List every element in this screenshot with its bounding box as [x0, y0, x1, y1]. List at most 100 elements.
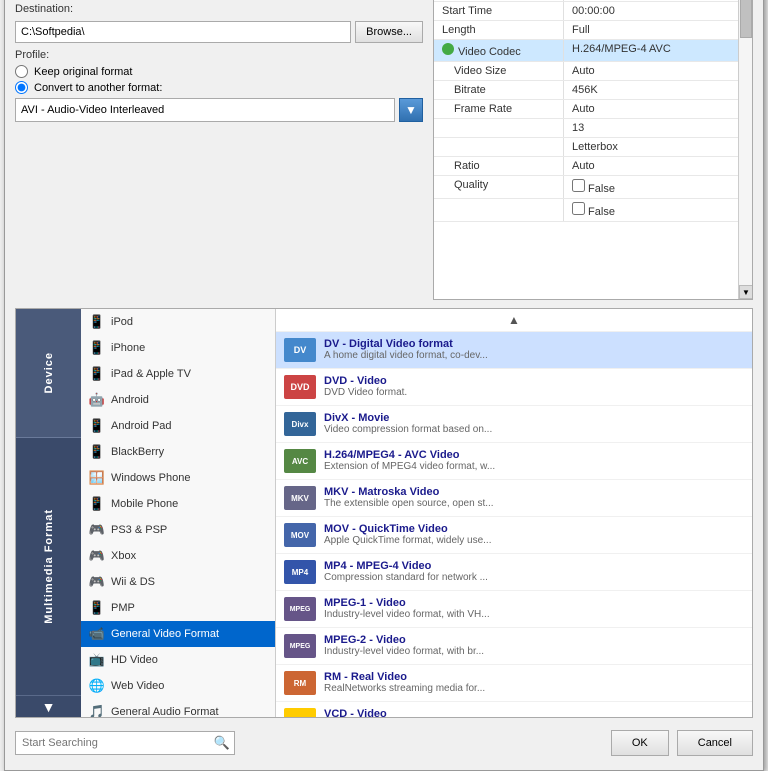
- destination-input[interactable]: [15, 21, 351, 43]
- dv-title: DV - Digital Video format: [324, 338, 744, 350]
- vcd-text: VCD - Video Video CD format.: [324, 708, 744, 717]
- xbox-icon: 🎮: [89, 548, 105, 564]
- category-item-mobilephone[interactable]: 📱 Mobile Phone: [81, 491, 275, 517]
- sidebar-down-arrow-button[interactable]: ▼: [16, 695, 81, 717]
- search-icon[interactable]: 🔍: [210, 732, 234, 754]
- search-input[interactable]: [16, 737, 210, 749]
- keep-original-label: Keep original format: [34, 66, 132, 78]
- mpeg2-title: MPEG-2 - Video: [324, 634, 744, 646]
- sidebar-tabs: Device Multimedia Format ▼: [16, 309, 81, 717]
- category-item-androidpad[interactable]: 📱 Android Pad: [81, 413, 275, 439]
- category-item-xbox[interactable]: 🎮 Xbox: [81, 543, 275, 569]
- profile-panel: Profile All ▾ Extension avi Start Time 0…: [433, 0, 753, 300]
- ok-button[interactable]: OK: [611, 730, 669, 756]
- profile-key-ratio: Ratio: [434, 157, 564, 175]
- rm-title: RM - Real Video: [324, 671, 744, 683]
- format-item-mkv[interactable]: MKV MKV - Matroska Video The extensible …: [276, 480, 752, 517]
- browse-button[interactable]: Browse...: [355, 21, 423, 43]
- profile-val-framerate: Auto: [564, 100, 738, 118]
- format-item-mov[interactable]: MOV MOV - QuickTime Video Apple QuickTim…: [276, 517, 752, 554]
- format-item-dv[interactable]: DV DV - Digital Video format A home digi…: [276, 332, 752, 369]
- profile-val-13: 13: [564, 119, 738, 137]
- pmp-icon: 📱: [89, 600, 105, 616]
- category-label-pmp: PMP: [111, 602, 135, 614]
- dv-desc: A home digital video format, co-dev...: [324, 350, 744, 361]
- category-label-webvideo: Web Video: [111, 680, 164, 692]
- profile-key-starttime: Start Time: [434, 2, 564, 20]
- rm-icon: RM: [284, 671, 316, 695]
- divx-icon: Divx: [284, 412, 316, 436]
- profile-row-starttime: Start Time 00:00:00: [434, 2, 738, 21]
- category-label-hdvideo: HD Video: [111, 654, 158, 666]
- category-item-webvideo[interactable]: 🌐 Web Video: [81, 673, 275, 699]
- profile-table-rows: Extension avi Start Time 00:00:00 Length…: [434, 0, 738, 299]
- main-area: Device Multimedia Format ▼ 📱 iPod 📱 iPho…: [15, 308, 753, 718]
- category-item-hdvideo[interactable]: 📺 HD Video: [81, 647, 275, 673]
- h264-icon: AVC: [284, 449, 316, 473]
- category-item-iphone[interactable]: 📱 iPhone: [81, 335, 275, 361]
- window-body: File Name: Destination: Browse... Profil…: [5, 0, 763, 770]
- format-dropdown-button[interactable]: ▼: [399, 98, 423, 122]
- category-item-ps3psp[interactable]: 🎮 PS3 & PSP: [81, 517, 275, 543]
- format-item-mp4[interactable]: MP4 MP4 - MPEG-4 Video Compression stand…: [276, 554, 752, 591]
- profile-scrollbar: ▲ ▼: [738, 0, 752, 299]
- format-item-rm[interactable]: RM RM - Real Video RealNetworks streamin…: [276, 665, 752, 702]
- category-item-generalaudio[interactable]: 🎵 General Audio Format: [81, 699, 275, 717]
- category-item-android[interactable]: 🤖 Android: [81, 387, 275, 413]
- keep-original-radio[interactable]: [15, 65, 28, 78]
- profile-row-videocodec: Video Codec H.264/MPEG-4 AVC: [434, 40, 738, 62]
- category-item-ipod[interactable]: 📱 iPod: [81, 309, 275, 335]
- profile-row-letterbox: Letterbox: [434, 138, 738, 157]
- multimedia-tab[interactable]: Multimedia Format: [16, 438, 81, 695]
- bottom-buttons: OK Cancel: [611, 730, 753, 756]
- format-item-mpeg2[interactable]: MPEG MPEG-2 - Video Industry-level video…: [276, 628, 752, 665]
- mp4-text: MP4 - MPEG-4 Video Compression standard …: [324, 560, 744, 583]
- profile-table-container: Extension avi Start Time 00:00:00 Length…: [434, 0, 752, 299]
- format-item-vcd[interactable]: VCD VCD - Video Video CD format.: [276, 702, 752, 717]
- cancel-button[interactable]: Cancel: [677, 730, 753, 756]
- category-label-android: Android: [111, 394, 149, 406]
- profile-row-framerate: Frame Rate Auto: [434, 100, 738, 119]
- format-item-divx[interactable]: Divx DivX - Movie Video compression form…: [276, 406, 752, 443]
- format-scroll-up[interactable]: ▲: [276, 309, 752, 332]
- dvd-desc: DVD Video format.: [324, 387, 744, 398]
- device-tab[interactable]: Device: [16, 309, 81, 438]
- category-label-generalvideo: General Video Format: [111, 628, 219, 640]
- blackberry-icon: 📱: [89, 444, 105, 460]
- category-item-windowsphone[interactable]: 🪟 Windows Phone: [81, 465, 275, 491]
- profile-key-quality: Quality: [434, 176, 564, 198]
- profile-row-ratio: Ratio Auto: [434, 157, 738, 176]
- category-item-blackberry[interactable]: 📱 BlackBerry: [81, 439, 275, 465]
- bottom-bar: 🔍 OK Cancel: [15, 722, 753, 760]
- format-item-dvd[interactable]: DVD DVD - Video DVD Video format.: [276, 369, 752, 406]
- mpeg2-desc: Industry-level video format, with br...: [324, 646, 744, 657]
- profile-row-videosize: Video Size Auto: [434, 62, 738, 81]
- category-item-pmp[interactable]: 📱 PMP: [81, 595, 275, 621]
- dvd-icon: DVD: [284, 375, 316, 399]
- mp4-icon: MP4: [284, 560, 316, 584]
- device-tab-label: Device: [43, 352, 55, 393]
- h264-desc: Extension of MPEG4 video format, w...: [324, 461, 744, 472]
- convert-format-radio[interactable]: [15, 81, 28, 94]
- scrollbar-down-button[interactable]: ▼: [739, 285, 752, 299]
- category-item-generalvideo[interactable]: 📹 General Video Format: [81, 621, 275, 647]
- format-item-h264[interactable]: AVC H.264/MPEG4 - AVC Video Extension of…: [276, 443, 752, 480]
- mkv-icon: MKV: [284, 486, 316, 510]
- scrollbar-thumb[interactable]: [740, 0, 752, 38]
- keep-original-row: Keep original format: [15, 65, 423, 78]
- format-item-mpeg1[interactable]: MPEG MPEG-1 - Video Industry-level video…: [276, 591, 752, 628]
- quality-checkbox[interactable]: [572, 179, 585, 192]
- category-item-ipad[interactable]: 📱 iPad & Apple TV: [81, 361, 275, 387]
- format-select-input[interactable]: [15, 98, 395, 122]
- mpeg2-text: MPEG-2 - Video Industry-level video form…: [324, 634, 744, 657]
- profile-key-bitrate: Bitrate: [434, 81, 564, 99]
- ps3psp-icon: 🎮: [89, 522, 105, 538]
- mpeg2-icon: MPEG: [284, 634, 316, 658]
- profile-key-false2: [434, 199, 564, 221]
- vcd-title: VCD - Video: [324, 708, 744, 717]
- mov-icon: MOV: [284, 523, 316, 547]
- mpeg1-text: MPEG-1 - Video Industry-level video form…: [324, 597, 744, 620]
- mkv-desc: The extensible open source, open st...: [324, 498, 744, 509]
- false2-checkbox[interactable]: [572, 202, 585, 215]
- category-item-wiids[interactable]: 🎮 Wii & DS: [81, 569, 275, 595]
